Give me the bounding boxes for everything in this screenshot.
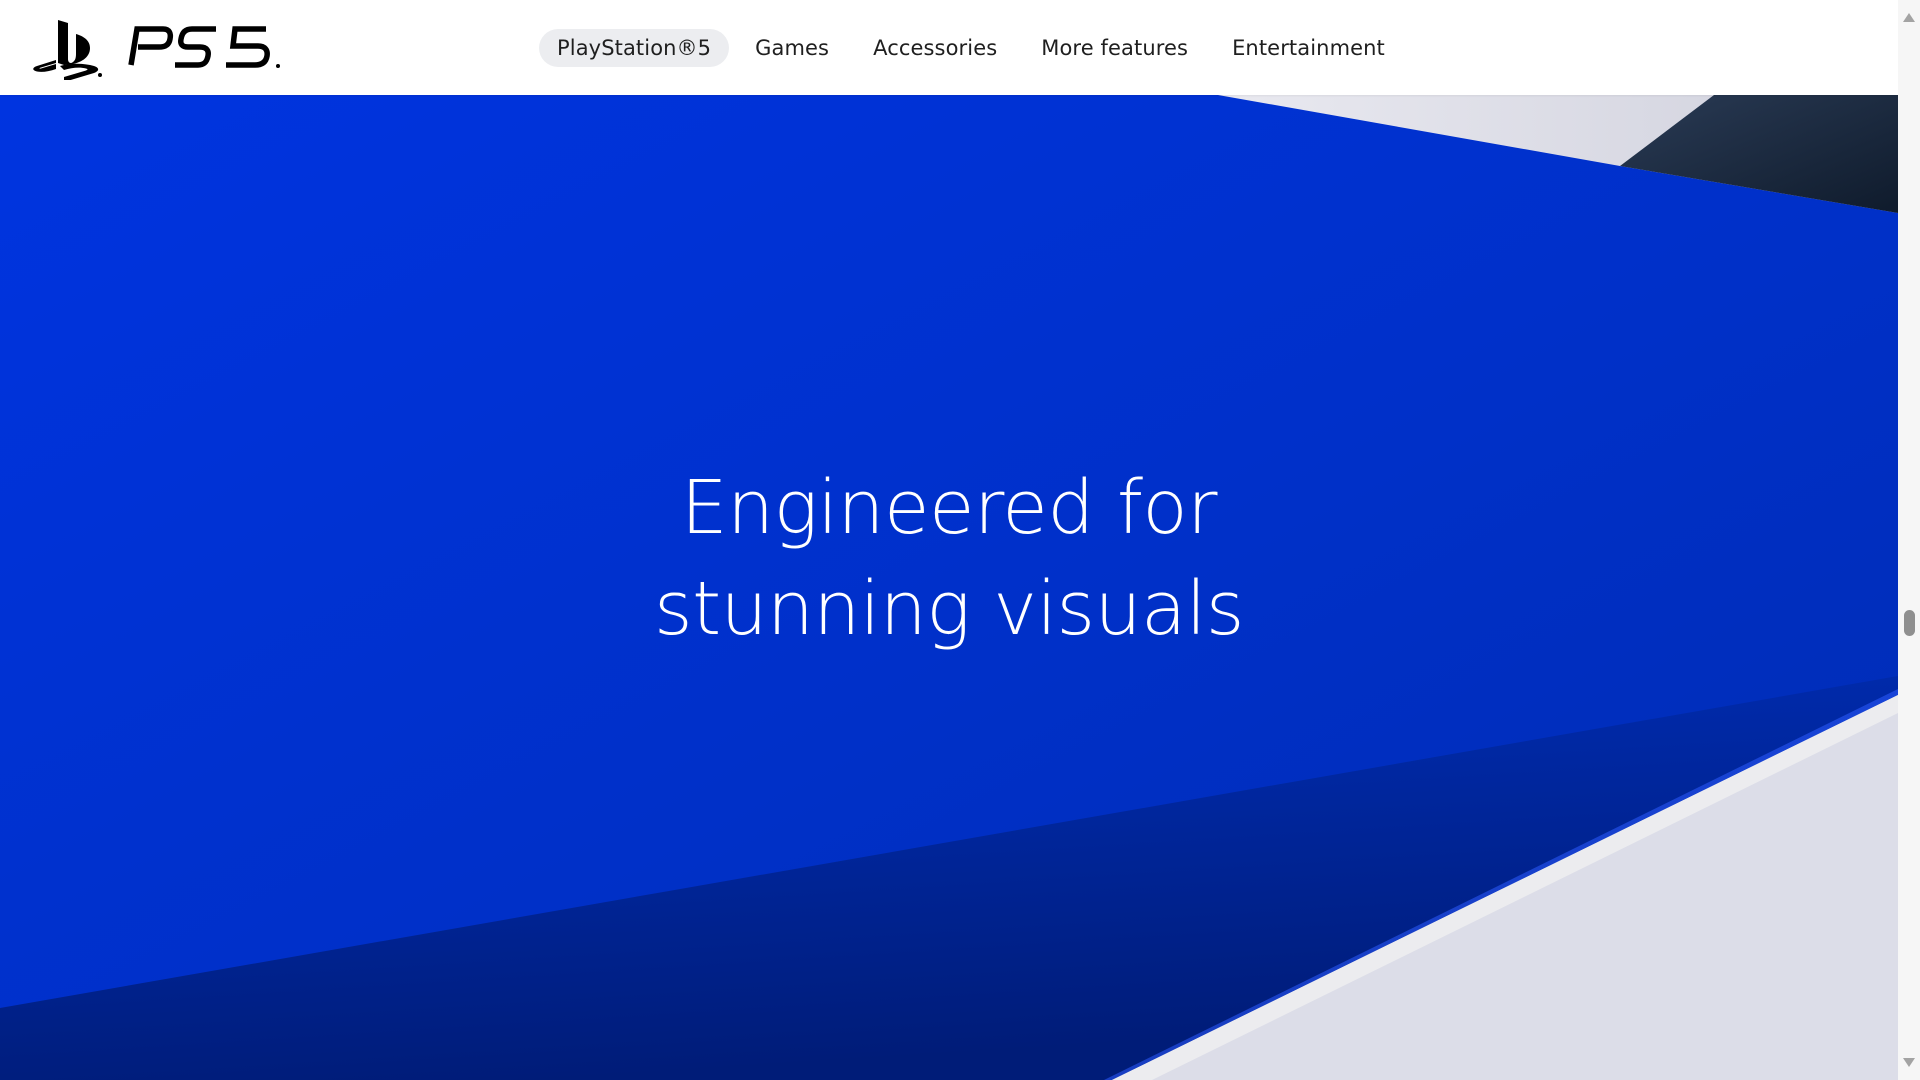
hero-heading-line-2: stunning visuals [654,566,1244,652]
site-header: PlayStation®5 Games Accessories More fea… [0,0,1898,95]
page-viewport: PlayStation®5 Games Accessories More fea… [0,0,1898,1080]
nav-item-more-features[interactable]: More features [1023,29,1206,67]
scrollbar-thumb[interactable] [1904,610,1915,636]
main-navigation: PlayStation®5 Games Accessories More fea… [539,28,1403,68]
vertical-scrollbar[interactable] [1898,0,1920,1080]
ps5-logo-icon[interactable] [28,16,318,80]
nav-item-playstation5[interactable]: PlayStation®5 [539,29,730,67]
scroll-down-arrow-icon[interactable] [1903,1058,1915,1067]
nav-item-games[interactable]: Games [737,29,847,67]
hero-heading-line-1: Engineered for [680,465,1218,551]
hero-heading: Engineered for stunning visuals [0,458,1898,660]
nav-item-entertainment[interactable]: Entertainment [1214,29,1403,67]
nav-item-accessories[interactable]: Accessories [855,29,1015,67]
hero-section: Engineered for stunning visuals [0,95,1898,1080]
scroll-up-arrow-icon[interactable] [1903,13,1915,22]
